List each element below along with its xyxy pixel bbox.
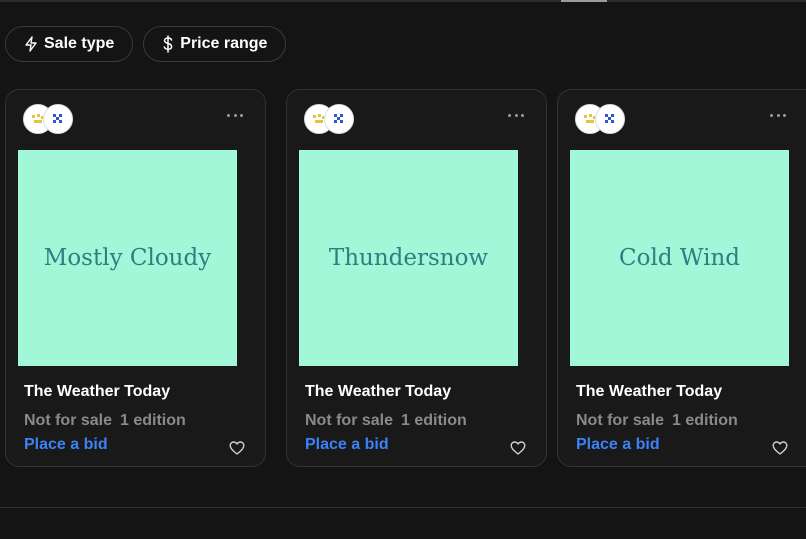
owner-avatar[interactable] <box>43 104 73 134</box>
dollar-icon <box>162 35 174 53</box>
nft-card[interactable]: Thundersnow The Weather Today Not for sa… <box>286 89 547 467</box>
more-options-icon[interactable] <box>227 112 243 118</box>
place-bid-link[interactable]: Place a bid <box>24 436 108 454</box>
price-range-label: Price range <box>180 35 268 52</box>
active-tab-indicator <box>561 0 607 2</box>
place-bid-link[interactable]: Place a bid <box>576 436 660 454</box>
edition-count: 1 edition <box>401 412 467 429</box>
sale-type-label: Sale type <box>44 35 115 52</box>
lightning-icon <box>24 36 38 52</box>
filter-bar: Sale type Price range <box>5 26 287 62</box>
artwork-preview[interactable]: Cold Wind <box>570 150 789 366</box>
heart-icon[interactable] <box>772 440 788 456</box>
nft-card[interactable]: Cold Wind The Weather Today Not for sale… <box>557 89 806 467</box>
sale-info: Not for sale 1 edition <box>24 412 186 430</box>
artwork-preview[interactable]: Mostly Cloudy <box>18 150 237 366</box>
owner-avatar[interactable] <box>595 104 625 134</box>
collection-title[interactable]: The Weather Today <box>576 383 722 401</box>
collection-title[interactable]: The Weather Today <box>305 383 451 401</box>
artwork-title: Cold Wind <box>619 245 740 271</box>
collection-title[interactable]: The Weather Today <box>24 383 170 401</box>
artwork-preview[interactable]: Thundersnow <box>299 150 518 366</box>
creator-avatars <box>575 104 625 134</box>
page: Sale type Price range Mostly Cloudy The … <box>0 0 806 539</box>
more-options-icon[interactable] <box>508 112 524 118</box>
sale-status: Not for sale <box>24 412 113 429</box>
sale-info: Not for sale 1 edition <box>305 412 467 430</box>
artwork-title: Thundersnow <box>328 245 489 271</box>
edition-count: 1 edition <box>672 412 738 429</box>
sale-status: Not for sale <box>305 412 394 429</box>
sale-type-filter-button[interactable]: Sale type <box>5 26 134 62</box>
artwork-title: Mostly Cloudy <box>43 245 212 271</box>
heart-icon[interactable] <box>510 440 526 456</box>
owner-avatar[interactable] <box>324 104 354 134</box>
price-range-filter-button[interactable]: Price range <box>143 26 287 62</box>
nft-card[interactable]: Mostly Cloudy The Weather Today Not for … <box>5 89 266 467</box>
top-divider <box>0 0 806 2</box>
creator-avatars <box>304 104 354 134</box>
place-bid-link[interactable]: Place a bid <box>305 436 389 454</box>
sale-info: Not for sale 1 edition <box>576 412 738 430</box>
heart-icon[interactable] <box>229 440 245 456</box>
edition-count: 1 edition <box>120 412 186 429</box>
creator-avatars <box>23 104 73 134</box>
bottom-divider <box>0 507 806 508</box>
more-options-icon[interactable] <box>770 112 786 118</box>
sale-status: Not for sale <box>576 412 665 429</box>
